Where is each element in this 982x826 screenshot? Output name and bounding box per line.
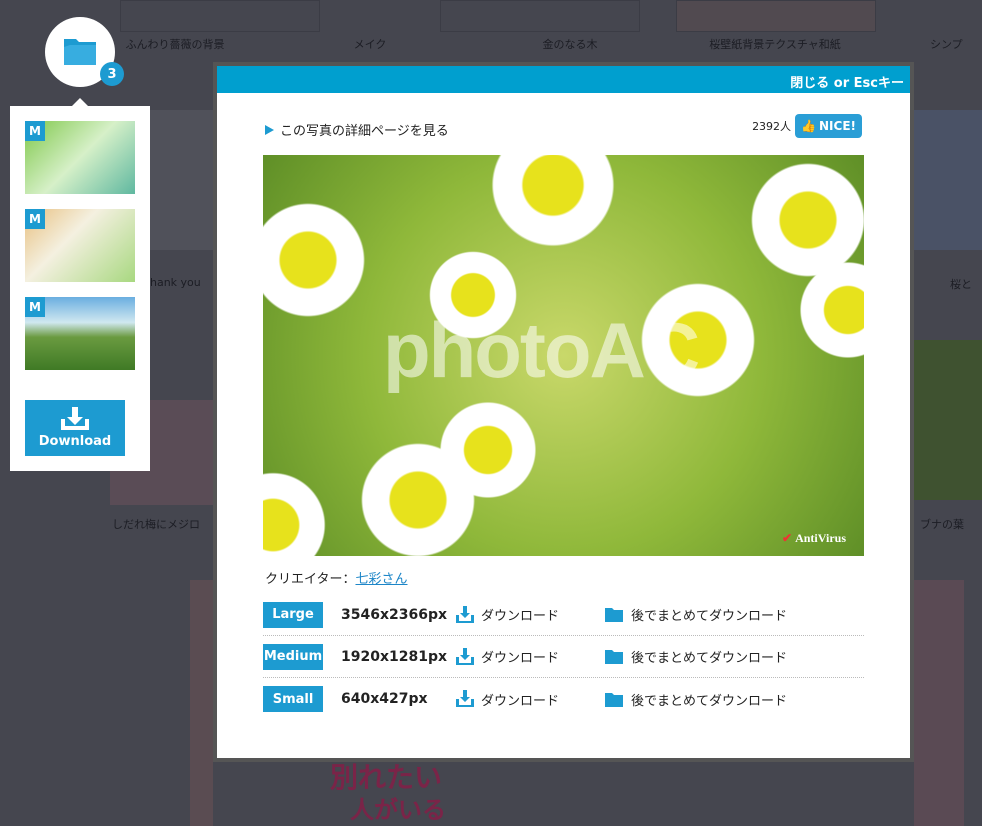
close-button[interactable]: 閉じる or Escキー (790, 76, 904, 91)
collection-count-badge: 3 (100, 62, 124, 86)
collection-thumbnail[interactable]: M (25, 297, 135, 370)
bg-caption[interactable]: hank you (150, 276, 210, 289)
collection-thumbnail[interactable]: M (25, 121, 135, 194)
add-to-collection-link[interactable]: 後でまとめてダウンロード (605, 690, 787, 709)
nice-label: NICE! (819, 119, 856, 133)
bg-caption[interactable]: ブナの葉 (920, 516, 982, 532)
folder-icon (605, 608, 623, 622)
download-label: Download (38, 434, 112, 449)
download-icon (456, 605, 474, 623)
size-badge: M (25, 209, 45, 229)
size-row-large: Large 3546x2366px ダウンロード 後でまとめてダウンロード (263, 594, 864, 636)
watermark: photoAC (383, 306, 700, 394)
folder-icon (64, 39, 96, 65)
nice-button[interactable]: 👍 NICE! (795, 114, 862, 138)
bg-ad-text: 別れたい (330, 761, 443, 794)
detail-link[interactable]: この写真の詳細ページを見る (265, 120, 449, 139)
modal-header: 閉じる or Escキー (217, 66, 910, 93)
nice-count: 2392人 (752, 120, 792, 133)
size-badge: M (25, 121, 45, 141)
creator-line: クリエイター：七彩さん (265, 568, 408, 587)
thumbs-up-icon: 👍 (801, 119, 817, 133)
photo-preview: photoAC ✔ AntiVirus (263, 155, 864, 556)
bg-caption[interactable]: 桜壁紙背景テクスチャ和紙 (690, 36, 860, 52)
download-icon (456, 690, 474, 707)
photo-modal: 閉じる or Escキー この写真の詳細ページを見る 2392人 👍 NICE! … (213, 62, 914, 762)
bg-caption[interactable]: 桜と (950, 276, 982, 292)
size-label: Medium (263, 643, 323, 670)
folder-icon (605, 650, 623, 664)
size-dimensions: 1920x1281px (341, 648, 448, 665)
add-to-collection-link[interactable]: 後でまとめてダウンロード (605, 605, 787, 624)
add-to-collection-link[interactable]: 後でまとめてダウンロード (605, 647, 787, 666)
size-dimensions: 640x427px (341, 691, 428, 707)
size-row-medium: Medium 1920x1281px ダウンロード 後でまとめてダウンロード (263, 636, 864, 678)
collection-popover: M M M Download (10, 98, 150, 471)
size-label: Small (263, 686, 323, 712)
size-list: Large 3546x2366px ダウンロード 後でまとめてダウンロード Me… (263, 594, 864, 720)
bg-caption[interactable]: メイク (330, 36, 410, 52)
size-row-small: Small 640x427px ダウンロード 後でまとめてダウンロード (263, 678, 864, 720)
shield-check-icon: ✔ (782, 531, 793, 545)
download-link[interactable]: ダウンロード (455, 605, 605, 624)
play-arrow-icon (265, 124, 274, 135)
bg-caption[interactable]: ふんわり薔薇の背景 (120, 36, 230, 52)
download-collection-button[interactable]: Download (25, 400, 125, 456)
size-badge: M (25, 297, 45, 317)
bg-caption[interactable]: シンプ (930, 36, 982, 52)
antivirus-badge: ✔ AntiVirus (782, 531, 846, 545)
download-icon (456, 647, 474, 665)
creator-link[interactable]: 七彩さん (355, 572, 407, 587)
bg-caption[interactable]: しだれ梅にメジロ (112, 516, 212, 532)
bg-caption[interactable]: 金のなる木 (530, 36, 610, 52)
size-label: Large (263, 601, 323, 628)
download-link[interactable]: ダウンロード (455, 690, 605, 709)
download-link[interactable]: ダウンロード (455, 647, 605, 666)
size-dimensions: 3546x2366px (341, 606, 448, 623)
folder-icon (605, 692, 623, 707)
detail-link-text: この写真の詳細ページを見る (280, 124, 449, 139)
collection-thumbnail[interactable]: M (25, 209, 135, 282)
creator-label: クリエイター： (265, 572, 356, 587)
bg-ad-text: 人がいる (350, 796, 446, 824)
download-icon (61, 407, 89, 430)
nice-area: 2392人 👍 NICE! (752, 114, 862, 138)
